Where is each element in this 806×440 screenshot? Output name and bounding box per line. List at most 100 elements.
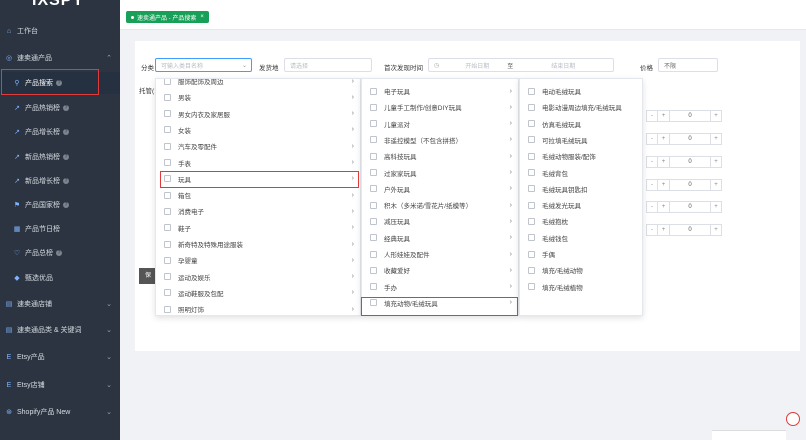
- increment-button[interactable]: +: [710, 133, 722, 145]
- increment-button[interactable]: +: [658, 201, 670, 213]
- checkbox[interactable]: [164, 191, 171, 199]
- checkbox[interactable]: [164, 93, 171, 101]
- cascader-option[interactable]: 毛绒抱枕: [520, 213, 642, 229]
- sidebar-group-aliexpress-products[interactable]: ◎ 速卖通产品 ⌃: [0, 46, 120, 70]
- checkbox[interactable]: [528, 234, 535, 242]
- decrement-button[interactable]: -: [646, 201, 658, 213]
- checkbox[interactable]: [370, 169, 377, 176]
- increment-button[interactable]: +: [658, 224, 670, 236]
- date-range-input[interactable]: ◷ 开始日期 至 结束日期: [428, 58, 614, 72]
- cascader-option[interactable]: 填充动物/毛绒玩具 ›: [362, 295, 518, 311]
- ship-from-select[interactable]: 请选择: [284, 58, 372, 72]
- checkbox[interactable]: [370, 266, 377, 274]
- sidebar-item-product-search[interactable]: ⚲ 产品搜索 ?: [0, 72, 120, 94]
- cascader-option[interactable]: 孕婴童 ›: [156, 252, 360, 268]
- checkbox[interactable]: [528, 217, 535, 225]
- increment-button[interactable]: +: [658, 179, 670, 191]
- increment-button[interactable]: +: [710, 156, 722, 168]
- decrement-button[interactable]: -: [646, 110, 658, 122]
- checkbox[interactable]: [528, 120, 535, 128]
- decrement-button[interactable]: -: [646, 133, 658, 145]
- cascader-option[interactable]: 男女内衣及家居服 ›: [156, 106, 360, 122]
- checkbox[interactable]: [528, 201, 535, 209]
- decrement-button[interactable]: -: [646, 179, 658, 191]
- cascader-option[interactable]: 非遥控模型（不包含拼搭） ›: [362, 132, 518, 148]
- cascader-option[interactable]: 女装 ›: [156, 122, 360, 138]
- cascader-option[interactable]: 经典玩具 ›: [362, 230, 518, 246]
- checkbox[interactable]: [528, 169, 535, 176]
- cascader-option[interactable]: 手偶: [520, 246, 642, 262]
- checkbox[interactable]: [370, 103, 377, 111]
- checkbox[interactable]: [528, 185, 535, 193]
- cascader-option[interactable]: 消费电子 ›: [156, 203, 360, 219]
- stepper-value[interactable]: 0: [670, 110, 710, 122]
- checkbox[interactable]: [164, 289, 171, 297]
- sidebar-group-etsy-products[interactable]: E Etsy产品 ⌄: [0, 345, 120, 369]
- checkbox[interactable]: [164, 110, 171, 118]
- sidebar-group-etsy-stores[interactable]: E Etsy店铺 ⌄: [0, 373, 120, 397]
- cascader-option[interactable]: 可拉填毛绒玩具: [520, 132, 642, 148]
- cascader-option[interactable]: 照明灯饰 ›: [156, 301, 360, 315]
- checkbox[interactable]: [370, 283, 377, 291]
- checkbox[interactable]: [370, 87, 377, 95]
- customer-service-icon[interactable]: [786, 412, 800, 426]
- increment-button[interactable]: +: [658, 156, 670, 168]
- cascader-option[interactable]: 毛绒背包: [520, 165, 642, 181]
- stepper-value[interactable]: 0: [670, 224, 710, 236]
- cascader-option[interactable]: 高科技玩具 ›: [362, 148, 518, 164]
- checkbox[interactable]: [528, 283, 535, 291]
- sidebar-group-aliexpress-stores[interactable]: ▤ 速卖通店铺 ⌄: [0, 292, 120, 316]
- checkbox[interactable]: [164, 273, 171, 281]
- checkbox[interactable]: [528, 152, 535, 160]
- increment-button[interactable]: +: [658, 110, 670, 122]
- cascader-option[interactable]: 男装 ›: [156, 89, 360, 105]
- checkbox[interactable]: [370, 234, 377, 242]
- increment-button[interactable]: +: [710, 110, 722, 122]
- cascader-option[interactable]: 积木（多米诺/雪花片/纸模等） ›: [362, 197, 518, 213]
- stepper-value[interactable]: 0: [670, 201, 710, 213]
- checkbox[interactable]: [164, 256, 171, 264]
- cascader-option[interactable]: 毛绒玩具钥匙扣: [520, 181, 642, 197]
- quantity-stepper[interactable]: - +0 +: [646, 110, 722, 122]
- checkbox[interactable]: [164, 305, 171, 313]
- checkbox[interactable]: [528, 87, 535, 95]
- stepper-value[interactable]: 0: [670, 179, 710, 191]
- cascader-option[interactable]: 减压玩具 ›: [362, 213, 518, 229]
- cascader-option[interactable]: 运动及娱乐 ›: [156, 269, 360, 285]
- checkbox[interactable]: [164, 79, 171, 85]
- cascader-option[interactable]: 仿真毛绒玩具: [520, 116, 642, 132]
- checkbox[interactable]: [528, 266, 535, 274]
- cascader-option[interactable]: 服饰配饰及周边 ›: [156, 79, 360, 89]
- cascader-option[interactable]: 新奇特及特殊用途服装 ›: [156, 236, 360, 252]
- cascader-option[interactable]: 运动鞋服及包配 ›: [156, 285, 360, 301]
- increment-button[interactable]: +: [658, 133, 670, 145]
- checkbox[interactable]: [164, 126, 171, 134]
- save-button[interactable]: 保: [139, 268, 155, 284]
- sidebar-item-hot-products[interactable]: ↗ 产品热销榜 ?: [0, 96, 120, 120]
- quantity-stepper[interactable]: - +0 +: [646, 201, 722, 213]
- cascader-option[interactable]: 汽车及零配件 ›: [156, 138, 360, 154]
- stepper-value[interactable]: 0: [670, 133, 710, 145]
- increment-button[interactable]: +: [710, 179, 722, 191]
- checkbox[interactable]: [164, 207, 171, 215]
- checkbox[interactable]: [528, 136, 535, 144]
- category-input[interactable]: 可输入类目名称 ⌄: [155, 58, 252, 72]
- cascader-option[interactable]: 毛绒动物服装/配饰: [520, 148, 642, 164]
- cascader-option[interactable]: 毛绒钱包: [520, 230, 642, 246]
- cascader-option[interactable]: 儿童派对 ›: [362, 116, 518, 132]
- quantity-stepper[interactable]: - +0 +: [646, 156, 722, 168]
- checkbox[interactable]: [164, 142, 171, 150]
- cascader-option[interactable]: 电子玩具 ›: [362, 83, 518, 99]
- sidebar-item-new-hot[interactable]: ↗ 新品热销榜 ?: [0, 145, 120, 169]
- tab-product-search[interactable]: 速卖通产品 - 产品搜索 ×: [126, 11, 209, 23]
- close-icon[interactable]: ×: [200, 14, 204, 20]
- checkbox[interactable]: [370, 299, 377, 307]
- cascader-option[interactable]: 儿童手工制作/创意DIY玩具 ›: [362, 99, 518, 115]
- cascader-option[interactable]: 过家家玩具 ›: [362, 165, 518, 181]
- checkbox[interactable]: [370, 217, 377, 225]
- checkbox[interactable]: [370, 136, 377, 144]
- quantity-stepper[interactable]: - +0 +: [646, 133, 722, 145]
- cascader-option[interactable]: 人形娃娃及配件 ›: [362, 246, 518, 262]
- sidebar-item-workspace[interactable]: ⌂ 工作台: [0, 19, 120, 43]
- stepper-value[interactable]: 0: [670, 156, 710, 168]
